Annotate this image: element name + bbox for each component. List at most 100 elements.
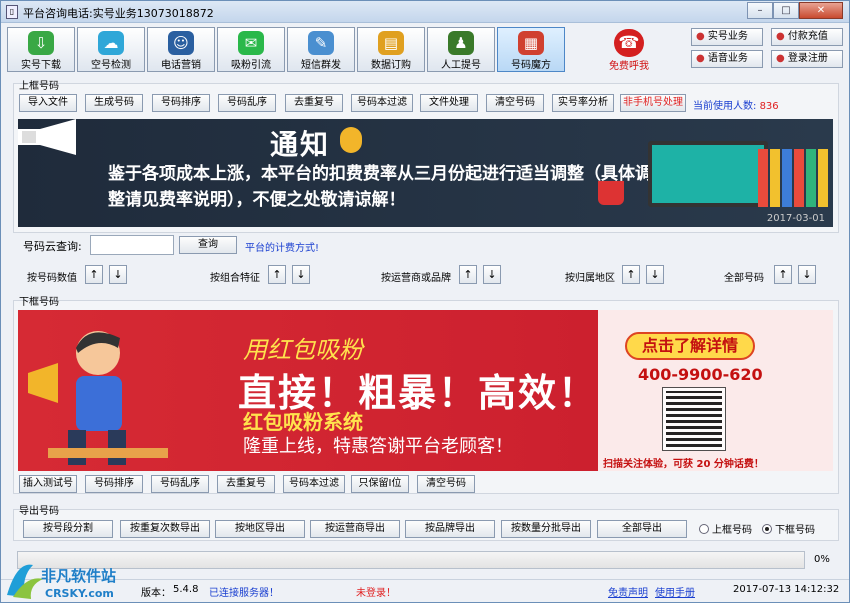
promo-subtitle: 用红包吸粉 [243,336,363,364]
radio-label: 上框号码 [712,525,752,536]
sort-carrier-desc-button[interactable]: ↓ [483,265,501,284]
cloud-search-input[interactable] [90,235,174,255]
toolbar-manual-pick-button[interactable]: ♟ 人工提号 [427,27,495,72]
toolbar-telemarketing-button[interactable]: ☺ 电话营销 [147,27,215,72]
agent-icon: ♟ [448,31,474,55]
clear-numbers-button[interactable]: 清空号码 [486,94,544,112]
promo-contact-panel: 点击了解详情 400-9900-620 扫描关注体验，可获 20 分钟话费！ [598,310,833,471]
sort-value-asc-button[interactable]: ↑ [85,265,103,284]
export-by-carrier-button[interactable]: 按运营商导出 [310,520,400,538]
minimize-button[interactable]: – [747,2,773,19]
promo-banner[interactable]: 用红包吸粉 直接！粗暴！高效！ 红包吸粉系统 隆重上线，特惠答谢平台老顾客！ 点… [18,310,833,471]
promo-cta-button[interactable]: 点击了解详情 [625,332,755,360]
export-by-brand-button[interactable]: 按品牌导出 [405,520,495,538]
sort-by-value-label: 按号码数值 [27,273,77,284]
manual-link[interactable]: 使用手册 [655,584,695,599]
app-window: ▯ 平台咨询电话:实号业务13073018872 – □ ✕ ⇩ 实号下载 ☁ 空号… [0,0,850,603]
real-rate-analysis-button[interactable]: 实号率分析 [552,94,614,112]
dedupe-button[interactable]: 去重复号 [285,94,343,112]
search-button[interactable]: 查询 [179,236,237,254]
sort-pattern-asc-button[interactable]: ↑ [268,265,286,284]
watermark-domain: CRSKY.com [45,587,114,600]
payment-icon: ● [776,31,785,42]
notice-banner[interactable]: 通知 鉴于各项成本上涨，本平台的扣费费率从三月份起进行适当调整（具体调整请见费率… [18,119,833,227]
cloud-check-icon: ☁ [98,31,124,55]
cloud-search-label: 号码云查询: [23,240,82,253]
real-number-service-button[interactable]: ● 实号业务 [691,28,763,46]
status-datetime: 2017-07-13 14:12:32 [733,584,840,595]
export-by-repeat-button[interactable]: 按重复次数导出 [120,520,210,538]
side-buttons: ● 实号业务 ● 付款充值 ● 语音业务 ● 登录注册 [691,28,843,68]
promo-tel: 400-9900-620 [638,365,763,384]
login-status: 未登录！ [356,588,396,599]
lower-group-label: 下框号码 [19,297,59,308]
insert-test-number-button[interactable]: 插入测试号 [19,475,77,493]
disclaimer-link[interactable]: 免责声明 [608,584,648,599]
server-status: 已连接服务器！ [209,588,279,599]
export-all-button[interactable]: 全部导出 [597,520,687,538]
upper-group-label: 上框号码 [19,81,59,92]
lower-dedupe-button[interactable]: 去重复号 [217,475,275,493]
free-call-button[interactable]: ☎ 免费呼我 [601,29,657,73]
lower-filter-button[interactable]: 号码本过滤 [283,475,345,493]
number-filter-button[interactable]: 号码本过滤 [351,94,413,112]
wechat-icon: ✉ [238,31,264,55]
sort-region-asc-button[interactable]: ↑ [622,265,640,284]
export-by-segment-button[interactable]: 按号段分割 [23,520,113,538]
export-by-batch-button[interactable]: 按数量分批导出 [501,520,591,538]
progress-bar [17,551,805,569]
current-users: 当前使用人数: 836 [693,97,779,112]
notice-title: 通知 [270,128,331,161]
sort-carrier-asc-button[interactable]: ↑ [459,265,477,284]
coffee-cup-icon [598,181,624,205]
toolbar-label: 电话营销 [161,60,201,71]
maximize-button[interactable]: □ [773,2,799,19]
shuffle-numbers-button[interactable]: 号码乱序 [218,94,276,112]
billing-link[interactable]: 平台的计费方式! [245,239,319,254]
lower-sort-button[interactable]: 号码排序 [85,475,143,493]
toolbar-fans-button[interactable]: ✉ 吸粉引流 [217,27,285,72]
voice-icon: ● [696,53,705,64]
document-chart-icon: ▤ [378,31,404,55]
radio-label: 下框号码 [775,525,815,536]
people-icon: ☺ [168,31,194,55]
voice-service-button[interactable]: ● 语音业务 [691,50,763,68]
sort-by-pattern-label: 按组合特征 [210,273,260,284]
books-illustration [758,149,828,207]
toolbar-download-button[interactable]: ⇩ 实号下载 [7,27,75,72]
login-register-button[interactable]: ● 登录注册 [771,50,843,68]
sort-region-desc-button[interactable]: ↓ [646,265,664,284]
radio-upper-numbers[interactable]: 上框号码 [699,521,752,536]
side-button-label: 语音业务 [707,53,748,64]
login-icon: ● [776,53,785,64]
sort-all-desc-button[interactable]: ↓ [798,265,816,284]
keep-digits-button[interactable]: 只保留I位 [351,475,409,493]
radio-lower-numbers[interactable]: 下框号码 [762,521,815,536]
sort-numbers-button[interactable]: 号码排序 [152,94,210,112]
version-label: 版本： [141,588,171,599]
toolbar-order-data-button[interactable]: ▤ 数据订购 [357,27,425,72]
toolbar-label: 号码魔方 [511,60,551,71]
toolbar-cube-button[interactable]: ▦ 号码魔方 [497,27,565,72]
app-icon: ▯ [6,5,18,19]
export-by-region-button[interactable]: 按地区导出 [215,520,305,538]
generate-numbers-button[interactable]: 生成号码 [85,94,143,112]
lower-shuffle-button[interactable]: 号码乱序 [151,475,209,493]
sort-all-asc-button[interactable]: ↑ [774,265,792,284]
lower-clear-button[interactable]: 清空号码 [417,475,475,493]
user-icon: ● [696,31,705,42]
notice-date: 2017-03-01 [766,213,825,224]
non-mobile-process-button[interactable]: 非手机号处理 [620,94,686,112]
file-process-button[interactable]: 文件处理 [420,94,478,112]
toolbar-label: 实号下载 [21,60,61,71]
payment-button[interactable]: ● 付款充值 [771,28,843,46]
download-icon: ⇩ [28,31,54,55]
sort-by-carrier-label: 按运营商或品牌 [381,273,451,284]
close-button[interactable]: ✕ [799,2,843,19]
toolbar-sms-button[interactable]: ✎ 短信群发 [287,27,355,72]
phone-icon: ☎ [614,29,644,57]
sort-value-desc-button[interactable]: ↓ [109,265,127,284]
import-file-button[interactable]: 导入文件 [19,94,77,112]
sort-pattern-desc-button[interactable]: ↓ [292,265,310,284]
toolbar-empty-check-button[interactable]: ☁ 空号检测 [77,27,145,72]
